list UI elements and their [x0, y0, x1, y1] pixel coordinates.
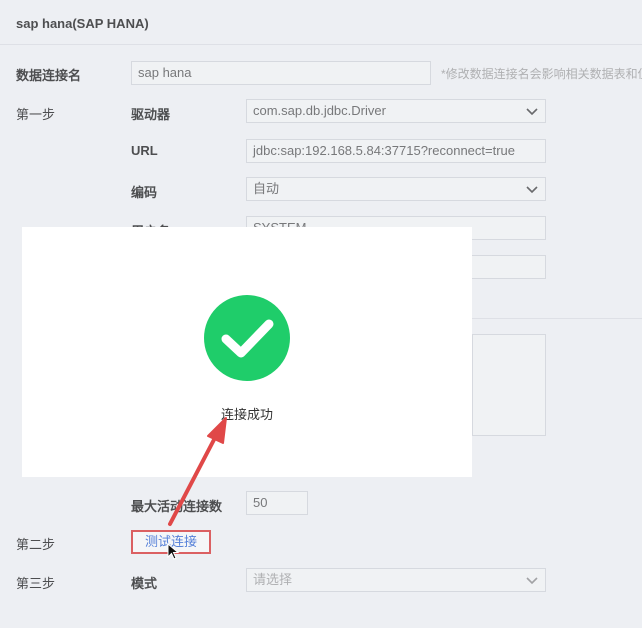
- check-circle-icon: [204, 295, 290, 381]
- check-icon: [221, 319, 274, 358]
- success-dialog: 连接成功: [22, 227, 472, 477]
- success-message: 连接成功: [220, 407, 273, 422]
- cursor-icon: [167, 543, 180, 560]
